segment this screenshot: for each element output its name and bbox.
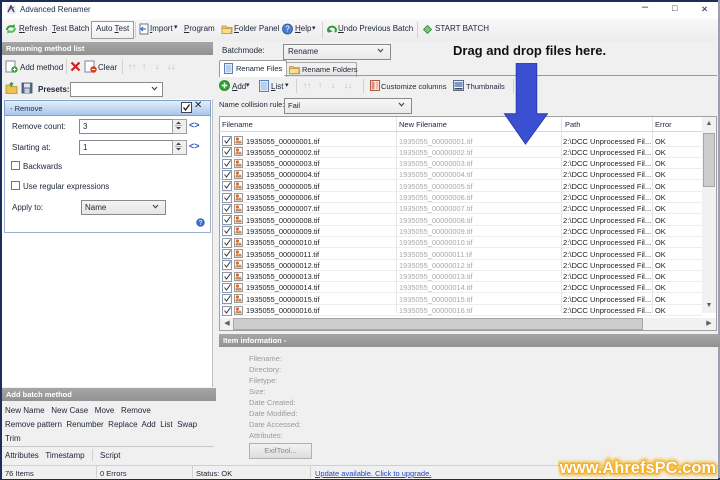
svg-text:?: ?	[199, 220, 203, 227]
svg-text:?: ?	[285, 25, 290, 34]
svg-text:www.AhrefsPC.com: www.AhrefsPC.com	[559, 459, 716, 477]
